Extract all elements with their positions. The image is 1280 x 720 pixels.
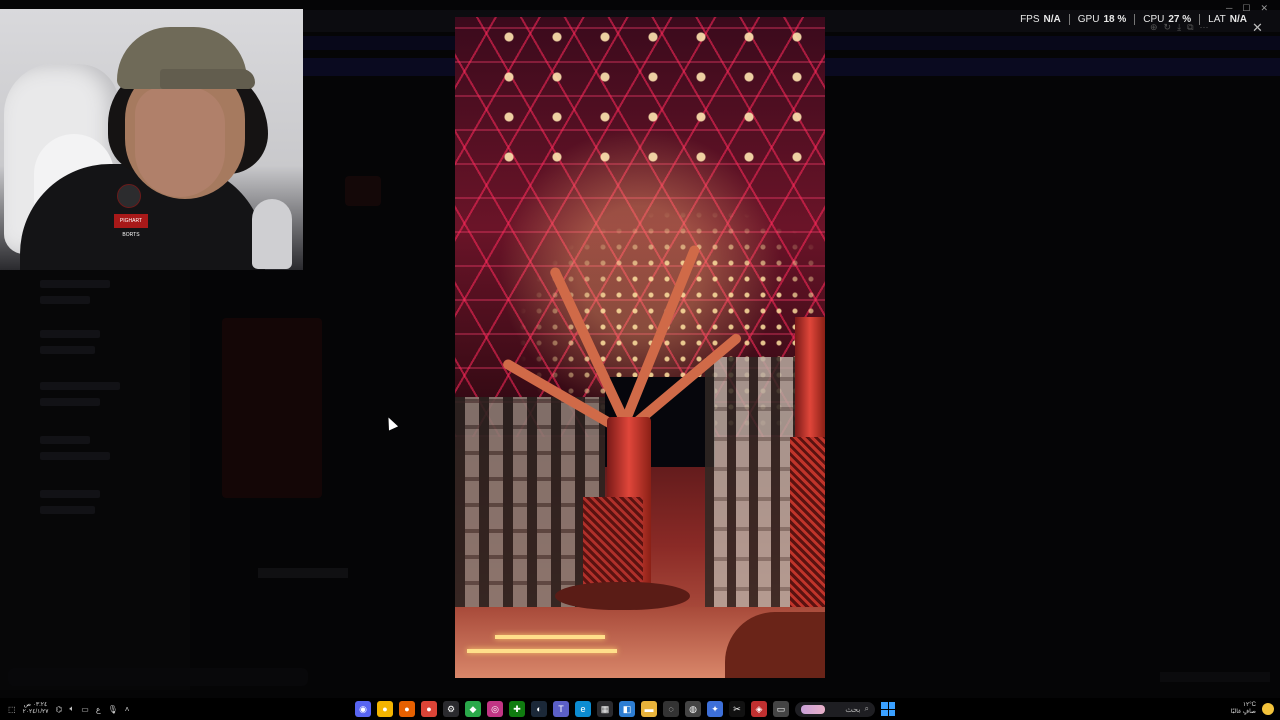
search-label: بحث <box>845 704 861 714</box>
weather-temp: ١٢°C <box>1242 702 1256 708</box>
photo-planter <box>555 582 690 610</box>
photo-top-lights <box>485 17 825 177</box>
obs-icon[interactable]: ◍ <box>685 701 701 717</box>
background-channel <box>40 398 100 406</box>
weather-sun-icon <box>1262 703 1274 715</box>
lat-label: LAT <box>1208 13 1226 25</box>
app-red-icon[interactable]: ◈ <box>751 701 767 717</box>
gpu-value: 18 % <box>1103 13 1127 25</box>
person-cap-brim <box>160 69 255 89</box>
taskbar-apps: ◉ ● ● ● ⚙ ◆ ◎ ✚ ◐ Te ▦ ◧ ▬ ◌ ◍ ✦ ✂ ◈ ▭ بحث ⌕ <box>355 698 895 720</box>
taskbar-search[interactable]: بحث ⌕ <box>795 701 875 717</box>
discord-icon[interactable]: ◉ <box>355 701 371 717</box>
language-indicator[interactable]: ع <box>96 705 101 714</box>
background-channel <box>40 346 95 354</box>
performance-overlay: FPS N/A GPU 18 % CPU 27 % LAT N/A <box>1012 12 1255 26</box>
teams-icon[interactable]: T <box>553 701 569 717</box>
background-channel <box>40 436 90 444</box>
app-window-icon[interactable]: ▭ <box>773 701 789 717</box>
fps-label: FPS <box>1020 13 1040 25</box>
background-channel <box>40 452 110 460</box>
instagram-icon[interactable]: ◎ <box>487 701 503 717</box>
microphone-icon[interactable]: 🎙︎ <box>108 705 118 714</box>
gpu-label: GPU <box>1077 13 1100 25</box>
lat-value: N/A <box>1229 13 1247 25</box>
background-channel <box>40 330 100 338</box>
cpu-label: CPU <box>1143 13 1165 25</box>
app-circle-icon[interactable]: ◌ <box>663 701 679 717</box>
file-explorer-icon[interactable]: ▬ <box>641 701 657 717</box>
app-star-icon[interactable]: ✦ <box>707 701 723 717</box>
fps-value: N/A <box>1043 13 1061 25</box>
search-highlight-image <box>801 704 825 714</box>
battery-icon[interactable]: ▭ <box>81 705 89 714</box>
store-icon[interactable]: ▦ <box>597 701 613 717</box>
lat-stat: LAT N/A <box>1199 13 1255 25</box>
app-blue-icon[interactable]: ◧ <box>619 701 635 717</box>
background-channel <box>40 506 95 514</box>
gpu-stat: GPU 18 % <box>1068 13 1134 25</box>
capcut-icon[interactable]: ✂ <box>729 701 745 717</box>
background-channel-sidebar <box>0 270 190 690</box>
background-chat-text <box>258 568 348 578</box>
background-channel <box>40 490 100 498</box>
hoodie-patch: PIGHART BORTS <box>114 214 148 238</box>
system-icon[interactable]: ⚙ <box>443 701 459 717</box>
xbox-icon[interactable]: ✚ <box>509 701 525 717</box>
chrome-canary-icon[interactable]: ● <box>377 701 393 717</box>
photo-trunk-right-base <box>790 437 825 617</box>
close-window-button[interactable]: ✕ <box>1260 3 1268 14</box>
system-tray-right: ١٢°C صافٍ غالبًا <box>1231 698 1274 720</box>
photo-ground-light <box>467 649 617 653</box>
weather-desc: صافٍ غالبًا <box>1230 709 1256 715</box>
hoodie-logo <box>117 184 141 208</box>
system-tray-left: ⬚ ٠٣:٢٤ ص ٢٠٢٤/١/٢٧ ⌬ 🔈︎ ▭ ع 🎙︎ ˄ <box>8 698 129 720</box>
person-face <box>135 87 225 197</box>
clock[interactable]: ٠٣:٢٤ ص ٢٠٢٤/١/٢٧ <box>23 702 49 716</box>
microphone <box>252 199 292 269</box>
photo-ground-light <box>495 635 605 639</box>
volume-icon[interactable]: 🔈︎ <box>69 704 74 714</box>
background-chat-image <box>222 318 322 498</box>
notification-icon[interactable]: ⬚ <box>8 705 16 714</box>
cpu-value: 27 % <box>1168 13 1192 25</box>
fps-stat: FPS N/A <box>1012 14 1069 25</box>
background-thumbnail <box>345 176 381 206</box>
firefox-icon[interactable]: ● <box>399 701 415 717</box>
webcam-overlay: PIGHART BORTS <box>0 9 303 270</box>
edge-icon[interactable]: e <box>575 701 591 717</box>
app-green-icon[interactable]: ◆ <box>465 701 481 717</box>
clock-date: ٢٠٢٤/١/٢٧ <box>22 709 49 715</box>
search-icon: ⌕ <box>864 704 869 713</box>
background-message-input <box>8 668 308 686</box>
steam-icon[interactable]: ◐ <box>531 701 547 717</box>
background-toolbar <box>1160 672 1270 682</box>
network-icon[interactable]: ⌬ <box>55 705 62 714</box>
background-channel <box>40 296 90 304</box>
chevron-up-icon[interactable]: ˄ <box>125 705 130 714</box>
clock-time: ٠٣:٢٤ ص <box>23 702 48 708</box>
start-button[interactable] <box>881 702 895 716</box>
cpu-stat: CPU 27 % <box>1134 13 1199 25</box>
background-channel <box>40 280 110 288</box>
weather-widget[interactable]: ١٢°C صافٍ غالبًا <box>1231 702 1256 716</box>
taskbar: ⬚ ٠٣:٢٤ ص ٢٠٢٤/١/٢٧ ⌬ 🔈︎ ▭ ع 🎙︎ ˄ ◉ ● ● ● ⚙ ◆… <box>0 698 1280 720</box>
chrome-icon[interactable]: ● <box>421 701 437 717</box>
background-channel <box>40 382 120 390</box>
image-viewer-photo[interactable] <box>455 17 825 678</box>
